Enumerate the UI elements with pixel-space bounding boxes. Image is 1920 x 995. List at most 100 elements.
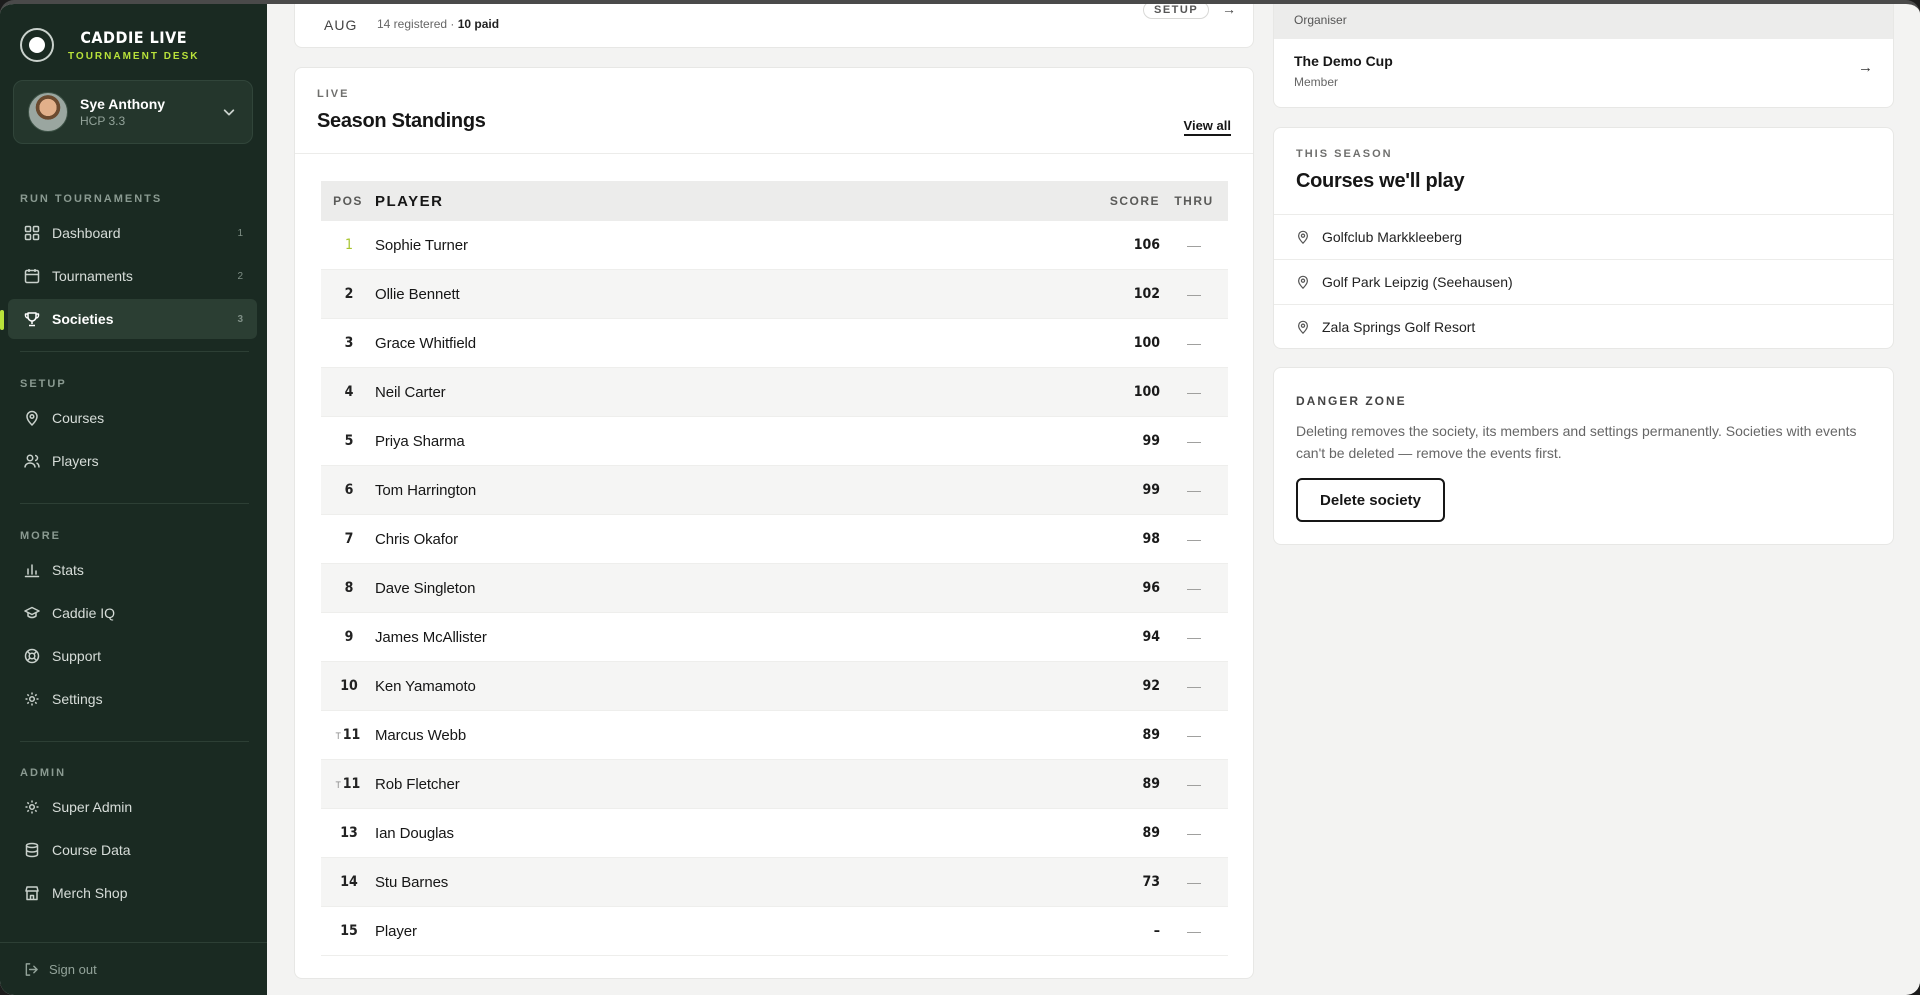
table-row[interactable]: 14 Stu Barnes 73 — <box>321 858 1228 907</box>
users-icon <box>24 454 40 468</box>
table-row[interactable]: 2 Ollie Bennett 102 — <box>321 270 1228 319</box>
course-item[interactable]: Golf Park Leipzig (Seehausen) <box>1274 259 1893 304</box>
sidebar-item-stats[interactable]: Stats <box>8 550 257 590</box>
table-row[interactable]: 4 Neil Carter 100 — <box>321 368 1228 417</box>
position-number: 15 <box>340 923 358 939</box>
row-position: 13 <box>321 825 375 841</box>
table-row[interactable]: T 11 Marcus Webb 89— <box>321 711 1228 760</box>
table-row[interactable]: 7 Chris Okafor 98 — <box>321 515 1228 564</box>
scrollbar[interactable] <box>1910 4 1920 995</box>
sidebar-item-societies[interactable]: Societies 3 <box>8 299 257 339</box>
sign-out-label: Sign out <box>49 962 97 977</box>
position-number: 9 <box>344 629 354 645</box>
row-position: 15 <box>321 923 375 939</box>
player-name: Stu Barnes <box>375 873 449 891</box>
gear-icon <box>25 692 39 706</box>
nav-divider <box>20 503 249 504</box>
app-window: CADDIE LIVE TOURNAMENT DESK Sye Anthony … <box>0 0 1920 995</box>
table-body: 1 Sophie Turner 106—2 Ollie Bennett 102—3 Gra… <box>321 221 1228 956</box>
sidebar-item-caddie-iq[interactable]: Caddie IQ <box>8 593 257 633</box>
courses-title: Courses we'll play <box>1296 170 1465 192</box>
player-name: Ian Douglas <box>375 824 454 842</box>
position-number: 14 <box>340 874 358 890</box>
sidebar-item-label: Caddie IQ <box>52 605 116 621</box>
player-name: Ollie Bennett <box>375 285 460 303</box>
society-name[interactable]: The Demo Cup <box>1294 53 1393 69</box>
sidebar-item-settings[interactable]: Settings <box>8 679 257 719</box>
player-score: 102 <box>1133 286 1160 302</box>
row-position: 8 <box>321 580 375 596</box>
event-registration: 14 registered · 10 paid <box>377 17 499 31</box>
sidebar-item-label: Merch Shop <box>52 885 128 901</box>
player-score: – <box>1153 923 1160 939</box>
course-item[interactable]: Golfclub Markkleeberg <box>1274 214 1893 259</box>
event-card[interactable]: AUG 14 registered · 10 paid SETUP → <box>294 4 1254 48</box>
position-number: 10 <box>340 678 358 694</box>
delete-society-button[interactable]: Delete society <box>1296 478 1445 522</box>
table-row[interactable]: 6 Tom Harrington 99 — <box>321 466 1228 515</box>
calendar-icon <box>24 269 40 284</box>
event-registered: 14 registered · <box>377 17 458 31</box>
sidebar-item-super-admin[interactable]: Super Admin <box>8 787 257 827</box>
sign-out-link[interactable]: Sign out <box>24 962 97 977</box>
tie-marker: T <box>335 732 341 742</box>
table-row[interactable]: 13 Ian Douglas 89 — <box>321 809 1228 858</box>
player-score: 106 <box>1133 237 1160 253</box>
table-row[interactable]: 5 Priya Sharma 99 — <box>321 417 1228 466</box>
sidebar-item-tournaments[interactable]: Tournaments 2 <box>8 256 257 296</box>
player-thru: — <box>1187 580 1201 596</box>
position-number: 4 <box>344 384 354 400</box>
table-row[interactable]: 9 James McAllister 94 — <box>321 613 1228 662</box>
brand[interactable]: CADDIE LIVE TOURNAMENT DESK <box>20 28 199 62</box>
nav-divider <box>20 741 249 742</box>
sidebar-item-label: Tournaments <box>52 268 133 284</box>
organiser-membership[interactable]: Organiser <box>1274 4 1893 39</box>
player-name: Tom Harrington <box>375 481 477 499</box>
player-score: 89 <box>1142 727 1160 743</box>
table-row[interactable]: 15 Player – — <box>321 907 1228 956</box>
arrow-right-icon[interactable]: → <box>1222 4 1236 17</box>
view-all-link[interactable]: View all <box>1183 118 1231 136</box>
table-row[interactable]: T 11 Rob Fletcher 89— <box>321 760 1228 809</box>
arrow-right-icon[interactable]: → <box>1858 59 1873 76</box>
table-row[interactable]: 3 Grace Whitfield 100 — <box>321 319 1228 368</box>
membership-role: Member <box>1294 75 1339 89</box>
log-out-icon <box>25 963 38 976</box>
player-thru: — <box>1187 629 1201 645</box>
player-thru: — <box>1187 384 1201 400</box>
position-number: 13 <box>340 825 358 841</box>
sidebar-item-support[interactable]: Support <box>8 636 257 676</box>
sidebar-item-label: Courses <box>52 410 105 426</box>
row-position: 7 <box>321 531 375 547</box>
position-number: 5 <box>344 433 354 449</box>
chevron-down-icon <box>223 109 235 116</box>
player-score: 89 <box>1142 776 1160 792</box>
tie-marker: T <box>335 781 341 791</box>
sidebar-item-merch-shop[interactable]: Merch Shop <box>8 873 257 913</box>
position-number: 7 <box>344 531 354 547</box>
table-row[interactable]: 10 Ken Yamamoto 92 — <box>321 662 1228 711</box>
course-item[interactable]: Zala Springs Golf Resort <box>1274 304 1893 349</box>
player-name: Neil Carter <box>375 383 446 401</box>
map-pin-icon <box>1298 320 1308 334</box>
row-position: 9 <box>321 629 375 645</box>
standings-eyebrow: LIVE <box>317 88 350 100</box>
table-row[interactable]: 1 Sophie Turner 106 — <box>321 221 1228 270</box>
sidebar-item-players[interactable]: Players <box>8 441 257 481</box>
sidebar-item-label: Stats <box>52 562 84 578</box>
player-thru: — <box>1187 433 1201 449</box>
course-name: Zala Springs Golf Resort <box>1322 319 1476 335</box>
row-position: 4 <box>321 384 375 400</box>
sidebar-item-label: Super Admin <box>52 799 133 815</box>
graduation-cap-icon <box>24 606 40 619</box>
user-menu[interactable]: Sye Anthony HCP 3.3 <box>13 80 253 144</box>
position-number: 8 <box>344 580 354 596</box>
sidebar-item-courses[interactable]: Courses <box>8 398 257 438</box>
event-month: AUG <box>324 17 358 33</box>
course-name: Golfclub Markkleeberg <box>1322 229 1463 245</box>
sidebar-item-course-data[interactable]: Course Data <box>8 830 257 870</box>
brand-title: CADDIE LIVE <box>80 28 188 47</box>
row-position: 5 <box>321 433 375 449</box>
table-row[interactable]: 8 Dave Singleton 96 — <box>321 564 1228 613</box>
sidebar-item-dashboard[interactable]: Dashboard 1 <box>8 213 257 253</box>
